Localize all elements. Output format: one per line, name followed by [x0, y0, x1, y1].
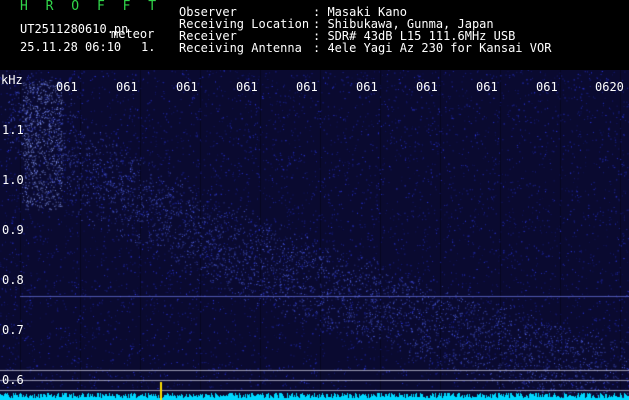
file-index: 1. — [141, 40, 156, 54]
station-label-antenna: Receiving Antenna — [179, 41, 302, 55]
file-tag: meteor — [111, 27, 155, 41]
y-tick: 0.7 — [2, 323, 24, 337]
y-tick: 0.9 — [2, 223, 24, 237]
y-tick: 1.0 — [2, 173, 24, 187]
file-datetime: 25.11.28 06:10 — [20, 40, 122, 54]
x-tick: 061 — [296, 80, 318, 94]
x-tick: 061 — [536, 80, 558, 94]
x-tick: 061 — [416, 80, 438, 94]
x-tick: 061 — [476, 80, 498, 94]
x-tick: 061 — [236, 80, 258, 94]
y-tick: 0.6 — [2, 373, 24, 387]
x-tick: 061 — [176, 80, 198, 94]
station-value-antenna: : 4ele Yagi Az 230 for Kansai VOR — [313, 41, 552, 55]
x-tick: 061 — [56, 80, 78, 94]
x-tick: 061 — [356, 80, 378, 94]
x-tick: 061 — [116, 80, 138, 94]
y-tick: 1.1 — [2, 123, 24, 137]
spectrogram-canvas — [0, 70, 629, 400]
app-title: H R O F F T — [20, 0, 162, 14]
x-tick: 0620 — [595, 80, 624, 94]
unit-label: kHz — [1, 73, 23, 87]
y-tick: 0.8 — [2, 273, 24, 287]
